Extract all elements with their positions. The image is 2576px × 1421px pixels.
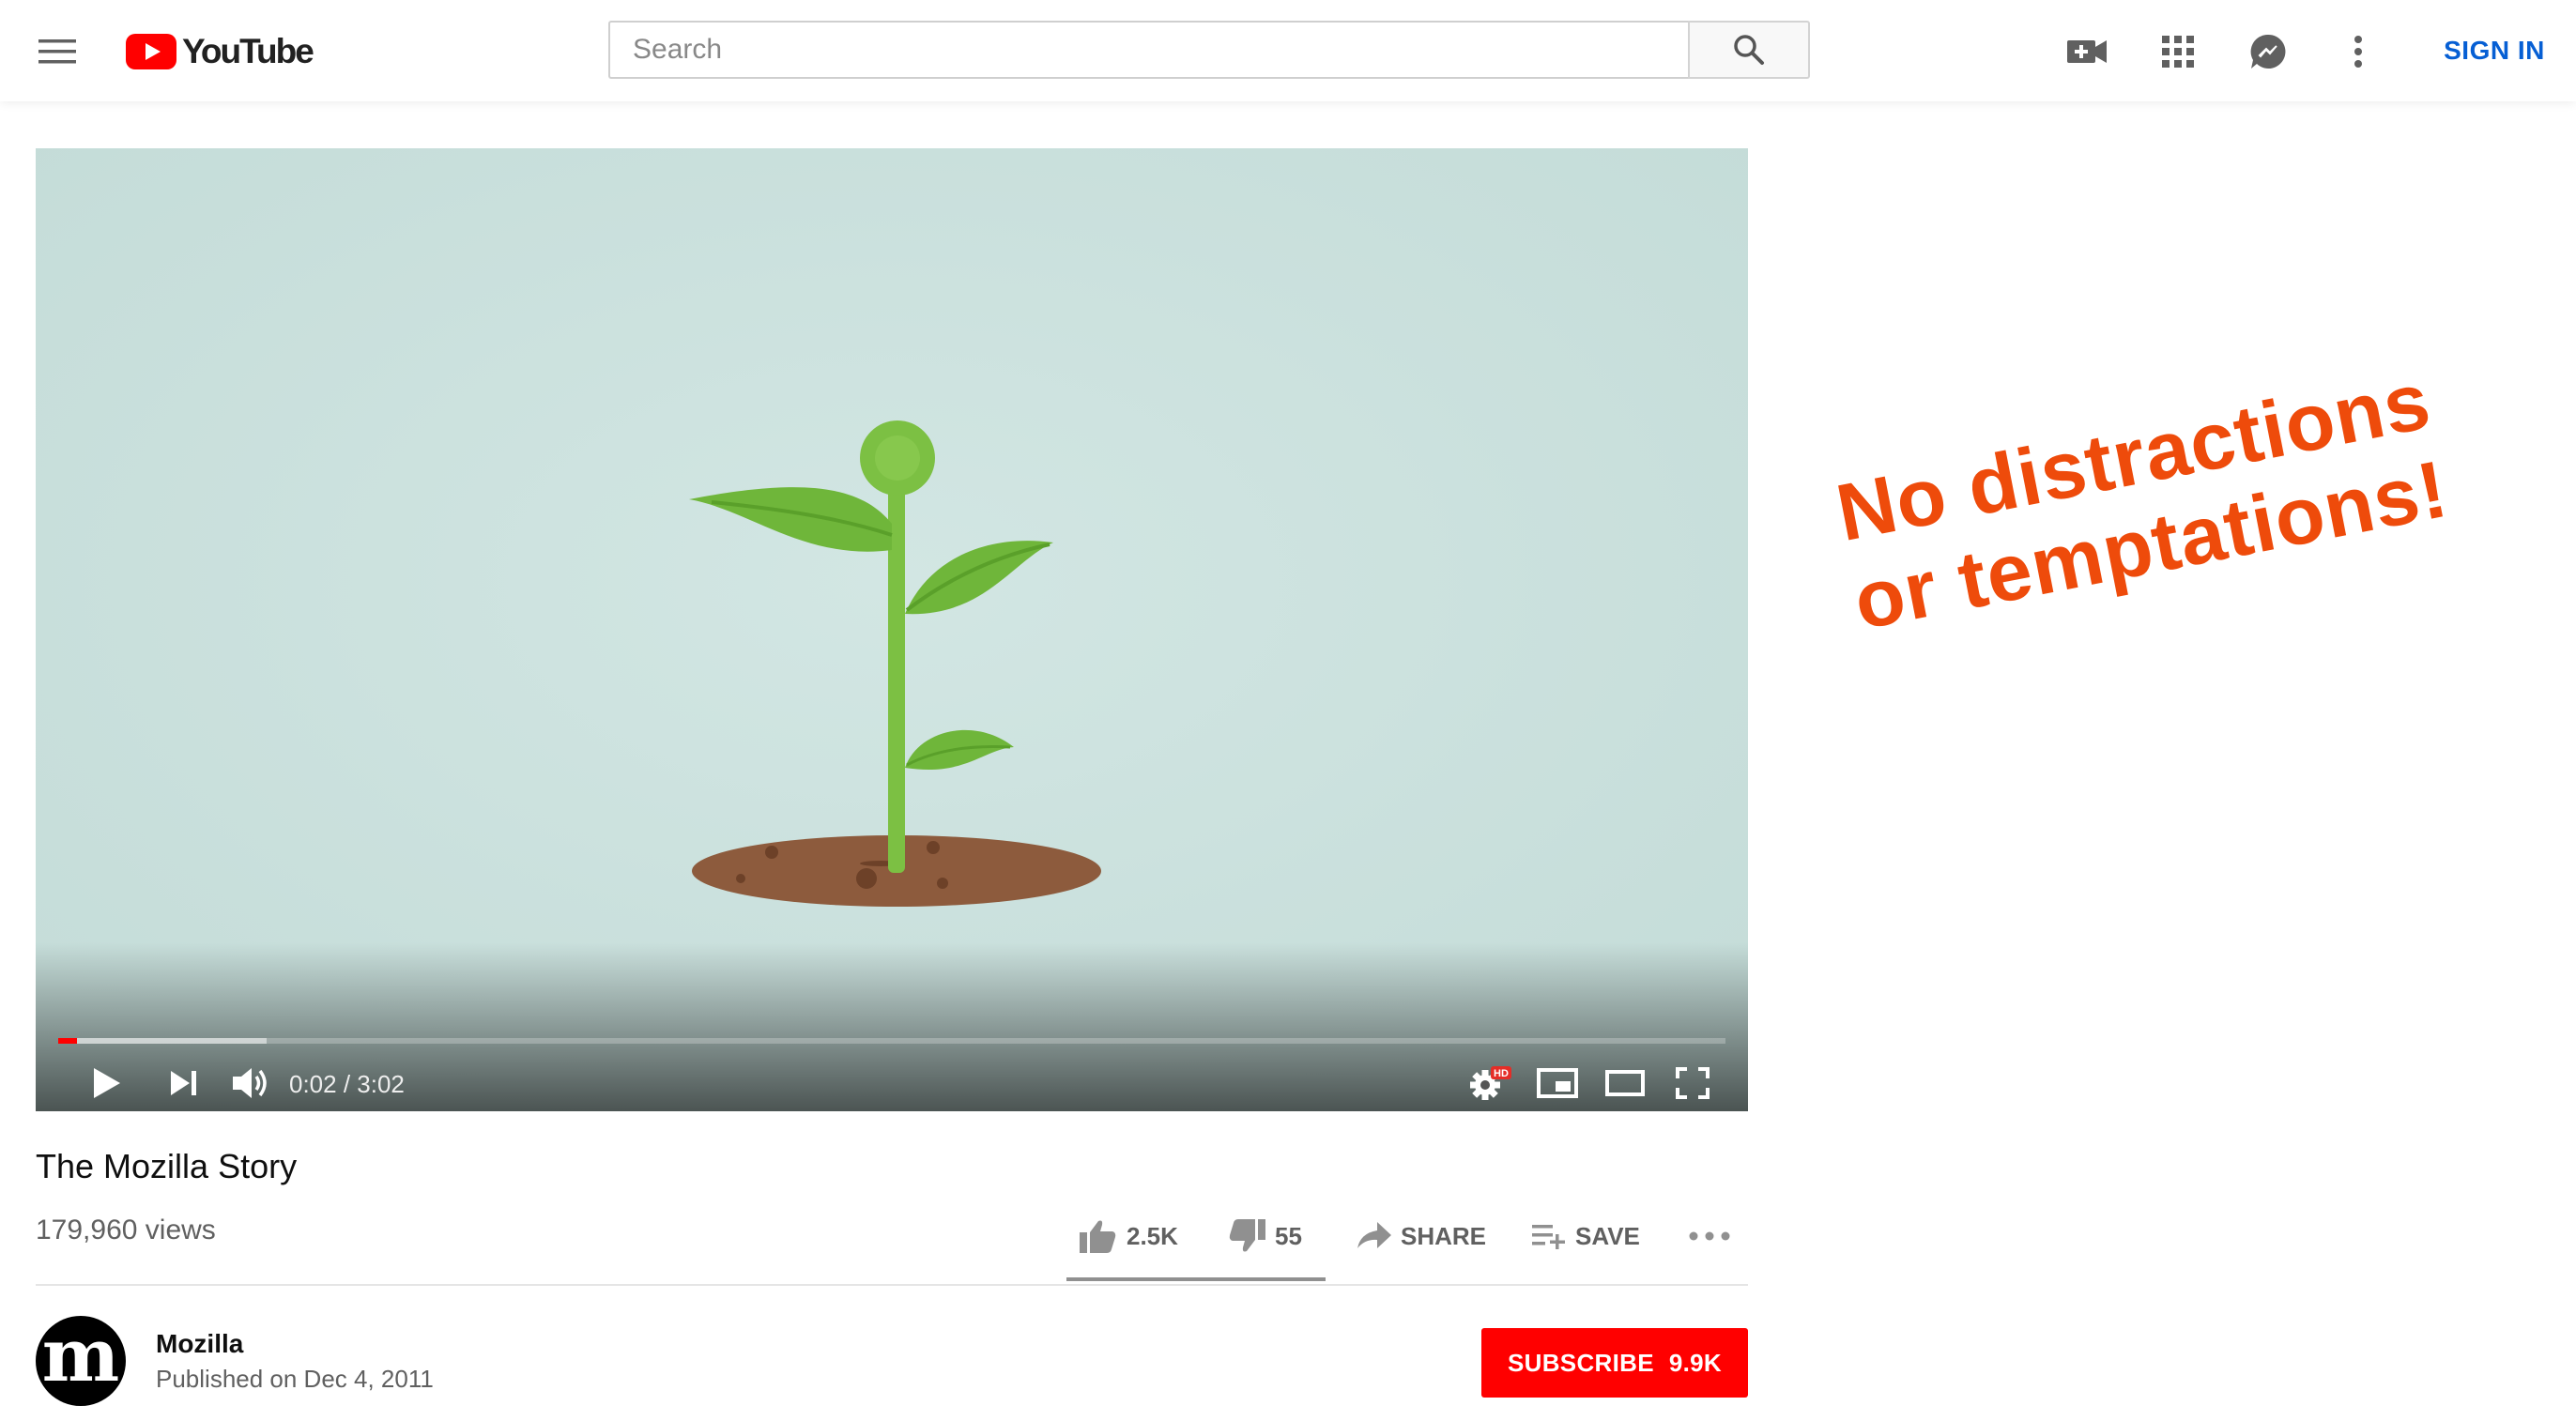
- search-icon: [1734, 35, 1764, 65]
- next-button[interactable]: [154, 1055, 214, 1111]
- search-button[interactable]: [1688, 21, 1810, 79]
- like-count: 2.5K: [1127, 1221, 1178, 1250]
- theater-mode-button[interactable]: [1592, 1055, 1658, 1111]
- miniplayer-button[interactable]: [1525, 1055, 1590, 1111]
- next-icon: [171, 1071, 196, 1095]
- share-label: SHARE: [1401, 1221, 1487, 1250]
- time-display: 0:02 / 3:02: [289, 1069, 405, 1098]
- subscribe-label: SUBSCRIBE: [1508, 1348, 1654, 1377]
- play-icon: [94, 1068, 120, 1098]
- play-button[interactable]: [77, 1055, 137, 1111]
- subscribe-button[interactable]: SUBSCRIBE 9.9K: [1481, 1328, 1748, 1398]
- settings-button[interactable]: HD: [1457, 1055, 1523, 1111]
- thumbs-up-icon: [1080, 1220, 1116, 1253]
- youtube-logo[interactable]: YouTube: [126, 32, 314, 71]
- more-horiz-icon: [1689, 1231, 1730, 1241]
- theater-mode-icon: [1605, 1070, 1645, 1096]
- divider: [36, 1284, 1748, 1286]
- menu-icon[interactable]: [34, 28, 81, 75]
- share-icon: [1357, 1222, 1391, 1248]
- channel-name[interactable]: Mozilla: [156, 1329, 243, 1359]
- search-field[interactable]: [608, 21, 1688, 79]
- more-options-button[interactable]: [2333, 26, 2384, 77]
- played-bar: [58, 1038, 77, 1044]
- logo-text: YouTube: [182, 32, 314, 70]
- create-video-icon: [2067, 40, 2107, 63]
- create-video-button[interactable]: [2062, 26, 2112, 77]
- settings-icon: HD: [1470, 1066, 1511, 1100]
- more-actions-button[interactable]: [1688, 1213, 1731, 1260]
- dislike-count: 55: [1275, 1221, 1302, 1250]
- dislike-button[interactable]: 55: [1228, 1213, 1302, 1260]
- channel-avatar[interactable]: m: [36, 1316, 126, 1406]
- apps-button[interactable]: [2153, 26, 2203, 77]
- messages-button[interactable]: [2243, 26, 2293, 77]
- save-label: SAVE: [1575, 1221, 1640, 1250]
- like-button[interactable]: 2.5K: [1080, 1213, 1178, 1260]
- hd-badge-text: HD: [1494, 1068, 1509, 1079]
- masthead: YouTube SIGN IN: [0, 0, 2576, 101]
- publish-date: Published on Dec 4, 2011: [156, 1365, 434, 1393]
- save-button[interactable]: SAVE: [1532, 1213, 1640, 1260]
- video-player[interactable]: 0:02 / 3:02 HD: [36, 148, 1748, 1111]
- apps-grid-icon: [2162, 36, 2194, 68]
- more-vert-icon: [2354, 36, 2362, 68]
- search-input[interactable]: [631, 33, 1688, 67]
- video-title: The Mozilla Story: [36, 1147, 298, 1185]
- annotation-text: No distractions or temptations!: [1756, 341, 2528, 662]
- miniplayer-icon: [1537, 1068, 1578, 1098]
- fullscreen-button[interactable]: [1660, 1055, 1725, 1111]
- youtube-play-logo-icon: [126, 34, 176, 69]
- playlist-add-icon: [1532, 1225, 1565, 1249]
- buffered-bar: [58, 1038, 267, 1044]
- progress-bar[interactable]: [58, 1038, 1725, 1044]
- mute-button[interactable]: [220, 1055, 284, 1111]
- thumbs-down-icon: [1229, 1219, 1265, 1252]
- view-count: 179,960 views: [36, 1215, 216, 1245]
- messages-icon: [2250, 34, 2286, 69]
- sign-in-button[interactable]: SIGN IN: [2424, 21, 2565, 81]
- share-button[interactable]: SHARE: [1357, 1213, 1486, 1260]
- subscriber-count: 9.9K: [1668, 1348, 1722, 1377]
- avatar-letter: m: [41, 1316, 120, 1398]
- sentiment-bar: [1066, 1277, 1326, 1281]
- volume-icon: [233, 1068, 267, 1098]
- fullscreen-icon: [1676, 1067, 1710, 1099]
